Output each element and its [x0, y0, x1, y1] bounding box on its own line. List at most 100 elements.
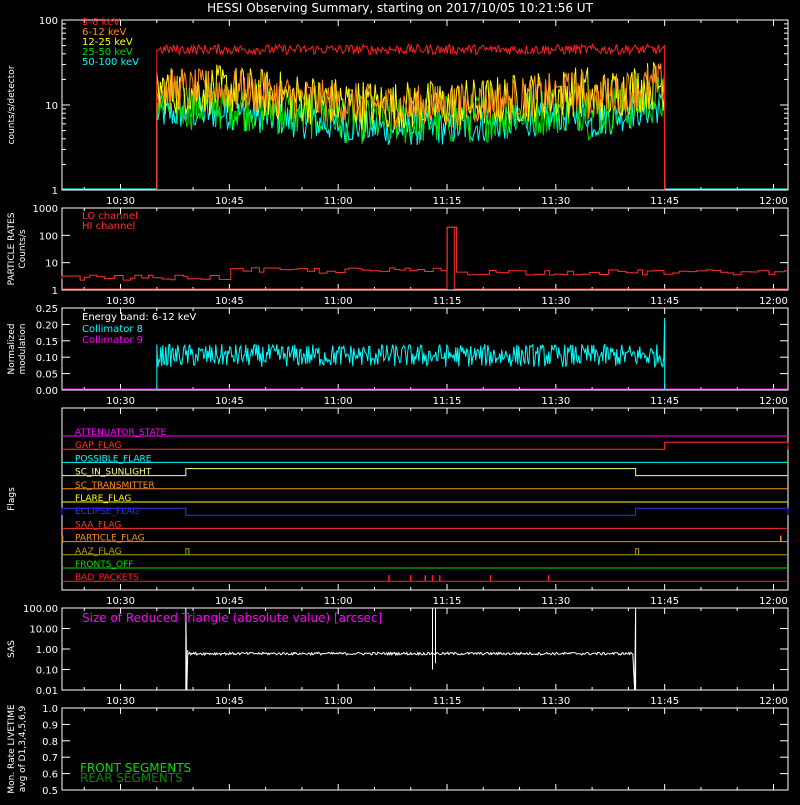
count-rates-panel: 10:30 10:45 11:00 11:15 11:30 11:45 12:00 1 10 10…: [7, 16, 789, 207]
livetime-y-tick-label: 1.0: [42, 704, 58, 715]
legend-REAR-SEGMENTS: REAR SEGMENTS: [80, 771, 183, 785]
sas-time-label: 11:00: [324, 696, 353, 707]
count-rates-time-label: 11:00: [324, 196, 353, 207]
flag-label-GAP_FLAG: GAP_FLAG: [75, 441, 121, 451]
legend-HI-channel: HI channel: [82, 221, 135, 232]
flag-label-AAZ_FLAG: AAZ_FLAG: [75, 547, 122, 557]
flags-time-label: 10:30: [106, 596, 135, 607]
sas-y-tick-label: 10.00: [29, 625, 58, 636]
count-rates-time-label: 12:00: [759, 196, 788, 207]
aaz-spike: [185, 548, 190, 555]
flag-label-ECLIPSE_FLAG: ECLIPSE_FLAG: [75, 507, 139, 517]
flags-frame: [61, 407, 789, 591]
flag-line-SC_IN_SUNLIGHT: [62, 468, 788, 477]
sas-time-label: 10:30: [106, 696, 135, 707]
modulation-time-label: 10:30: [106, 396, 135, 407]
count-rates-time-label: 10:30: [106, 196, 135, 207]
particle-rates-ylabel: PARTICLE RATES: [7, 212, 17, 285]
count-rates-y-tick-label: 100: [39, 16, 58, 27]
flag-label-FRONTS_OFF: FRONTS_OFF: [75, 560, 133, 570]
particle-rates-time-label: 11:30: [541, 296, 570, 307]
flag-label-SC_IN_SUNLIGHT: SC_IN_SUNLIGHT: [75, 468, 152, 478]
figure-title: HESSI Observing Summary, starting on 201…: [207, 1, 593, 15]
particle-rates-y-tick-label: 100: [39, 231, 58, 242]
figure-svg: HESSI Observing Summary, starting on 201…: [7, 1, 789, 797]
modulation-time-label: 11:45: [650, 396, 679, 407]
particle-rates-y-tick-label: 1000: [33, 204, 58, 215]
sas-ylabel: SAS: [7, 640, 17, 658]
flag-line-ECLIPSE_FLAG: [61, 507, 789, 516]
modulation-panel: 10:30 10:45 11:00 11:15 11:30 11:45 12:00 0.00 0…: [7, 304, 789, 407]
sas-panel: 10:30 10:45 11:00 11:15 11:30 11:45 12:00 0.01 0…: [7, 604, 789, 707]
particle-rates-time-label: 12:00: [759, 296, 788, 307]
livetime-y-tick-label: 0.6: [42, 770, 58, 781]
modulation-y-tick-label: 0.05: [36, 370, 58, 381]
sas-annotation: Size of Reduced Triangle (absolute value…: [82, 611, 382, 625]
flag-label-FLARE_FLAG: FLARE_FLAG: [75, 494, 131, 504]
particle-rates-y-tick-label: 10: [45, 259, 58, 270]
flags-time-label: 11:45: [650, 596, 679, 607]
series-line-LO-channel: [61, 226, 788, 281]
particle-rates-time-label: 11:00: [324, 296, 353, 307]
particle-rates-panel: 10:30 10:45 11:00 11:15 11:30 11:45 12:00 1 10 10…: [7, 204, 789, 307]
count-rates-y-tick-label: 1: [52, 186, 58, 197]
modulation-time-label: 11:30: [541, 396, 570, 407]
particle-rates-y-tick-label: 1: [52, 286, 58, 297]
sas-time-label: 11:15: [433, 696, 462, 707]
particle-rates-time-label: 10:45: [215, 296, 244, 307]
flags-panel: 10:30 10:45 11:00 11:15 11:30 11:45 12:00 Flags…: [7, 407, 789, 607]
flags-time-label: 11:30: [541, 596, 570, 607]
particle-rates-frame: [61, 207, 789, 291]
livetime-panel: 0.5 0.6 0.7 0.8 0.9 1.0 Mon. Rate LIVETIME avg …: [7, 704, 789, 797]
count-rates-y-tick-label: 10: [45, 101, 58, 112]
modulation-y-tick-label: 0.10: [36, 353, 58, 364]
modulation-time-label: 11:15: [433, 396, 462, 407]
livetime-ylabel: Mon. Rate LIVETIME: [7, 704, 17, 794]
modulation-time-label: 11:00: [324, 396, 353, 407]
count-rates-time-label: 11:15: [433, 196, 462, 207]
aaz-spike: [635, 548, 640, 555]
livetime-y-tick-label: 0.7: [42, 753, 58, 764]
sas-time-label: 11:30: [541, 696, 570, 707]
modulation-y-tick-label: 0.20: [36, 320, 58, 331]
modulation-time-label: 10:45: [215, 396, 244, 407]
modulation-y-tick-label: 0.25: [36, 304, 58, 315]
modulation-ylabel: modulation: [18, 324, 28, 375]
hessi-summary-figure: HESSI Observing Summary, starting on 201…: [0, 0, 800, 800]
count-rates-ylabel: counts/s/detector: [7, 65, 17, 144]
count-rates-time-label: 10:45: [215, 196, 244, 207]
particle-rates-time-label: 11:15: [433, 296, 462, 307]
flag-label-SC_TRANSMITTER: SC_TRANSMITTER: [75, 481, 155, 491]
flags-ylabel: Flags: [7, 487, 17, 511]
sas-time-label: 12:00: [759, 696, 788, 707]
flag-label-ATTENUATOR_STATE: ATTENUATOR_STATE: [75, 428, 167, 438]
modulation-ylabel: Normalized: [7, 323, 17, 374]
modulation-y-tick-label: 0.00: [36, 386, 58, 397]
series-line-Collimator-8: [156, 317, 666, 390]
sas-y-tick-label: 1.00: [36, 645, 58, 656]
flag-line-GAP_FLAG: [62, 441, 789, 450]
sas-y-tick-label: 100.00: [23, 604, 58, 615]
livetime-y-tick-label: 0.9: [42, 720, 58, 731]
count-rates-time-label: 11:30: [541, 196, 570, 207]
flag-label-POSSIBLE_FLARE: POSSIBLE_FLARE: [75, 454, 152, 464]
sas-y-tick-label: 0.01: [36, 686, 58, 697]
sas-time-label: 10:45: [215, 696, 244, 707]
sas-time-label: 11:45: [650, 696, 679, 707]
legend-Collimator-8: Collimator 8: [82, 324, 143, 335]
flags-time-label: 11:15: [433, 596, 462, 607]
modulation-y-tick-label: 0.15: [36, 337, 58, 348]
flag-label-PARTICLE_FLAG: PARTICLE_FLAG: [75, 534, 145, 544]
livetime-y-tick-label: 0.8: [42, 737, 58, 748]
livetime-ylabel: avg of D1,3,4,5,6,9: [18, 705, 28, 792]
livetime-y-tick-label: 0.5: [42, 786, 58, 797]
flags-time-label: 11:00: [324, 596, 353, 607]
particle-rates-time-label: 10:30: [106, 296, 135, 307]
legend-title: Energy band: 6-12 keV: [82, 312, 196, 323]
legend-50-100-keV: 50-100 keV: [82, 57, 139, 68]
legend-Collimator-9: Collimator 9: [82, 335, 143, 346]
sas-y-tick-label: 0.10: [36, 666, 58, 677]
particle-rates-ylabel: Counts/s: [18, 229, 28, 268]
particle-rates-time-label: 11:45: [650, 296, 679, 307]
flags-time-label: 12:00: [759, 596, 788, 607]
